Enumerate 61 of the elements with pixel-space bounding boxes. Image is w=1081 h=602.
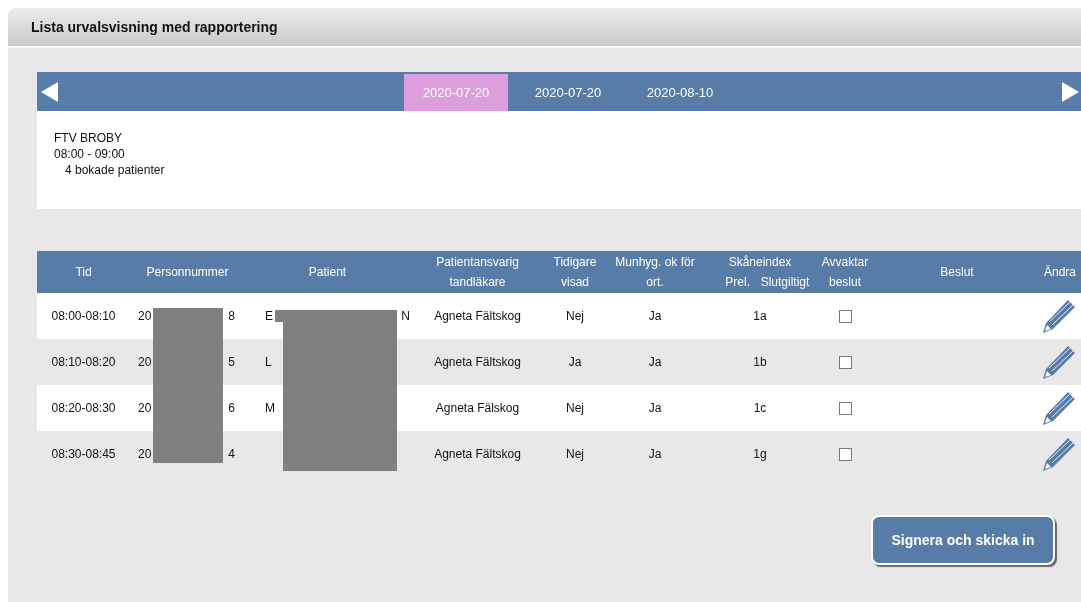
column-header: Slutgiltigt bbox=[759, 274, 811, 291]
time-range: 08:00 - 09:00 bbox=[54, 147, 126, 161]
table-cell: M bbox=[265, 401, 275, 415]
table-cell: 5 bbox=[228, 355, 235, 369]
column-header: Munhyg. ok för ort. bbox=[614, 254, 696, 291]
column-header: Tidigare visad bbox=[552, 254, 598, 291]
checkbox[interactable] bbox=[838, 447, 852, 461]
pencil-icon[interactable] bbox=[1041, 298, 1077, 334]
table-cell: 20 bbox=[138, 401, 152, 415]
column-header: Patient bbox=[307, 264, 348, 281]
column-header: Avvaktar beslut bbox=[820, 254, 870, 291]
column-header: Ändra bbox=[1043, 264, 1077, 281]
table-cell-text: 08:30-08:45 bbox=[50, 447, 117, 461]
table-cell: 20 bbox=[138, 355, 152, 369]
table-cell-text: 08:00-08:10 bbox=[50, 309, 117, 323]
table-cell: 20 bbox=[138, 447, 152, 461]
column-header: Prel. bbox=[724, 274, 751, 291]
table-cell: 6 bbox=[228, 401, 235, 415]
previous-arrow-icon[interactable] bbox=[41, 81, 59, 102]
column-header: Personnummer bbox=[145, 264, 230, 281]
table-cell-text: Agneta Fältskog bbox=[433, 447, 522, 461]
pencil-icon[interactable] bbox=[1041, 344, 1077, 380]
table-cell-text: Ja bbox=[647, 309, 663, 323]
next-arrow-icon[interactable] bbox=[1061, 81, 1079, 102]
table-cell: 8 bbox=[228, 309, 235, 323]
table-cell-text: 08:10-08:20 bbox=[50, 355, 117, 369]
table-cell-text: Nej bbox=[565, 447, 585, 461]
table-cell-text: Ja bbox=[647, 355, 663, 369]
table-cell-text: Nej bbox=[565, 401, 585, 415]
table-cell-text: Agneta Fältskog bbox=[433, 355, 522, 369]
column-header: Tid bbox=[74, 264, 93, 281]
table-cell: L bbox=[265, 355, 272, 369]
table-cell-text: Agneta Fältskog bbox=[433, 309, 522, 323]
table-cell: 20 bbox=[138, 309, 152, 323]
panel-title: Lista urvalsvisning med rapportering bbox=[31, 19, 278, 35]
pencil-icon[interactable] bbox=[1041, 390, 1077, 426]
table-cell: N bbox=[401, 309, 410, 323]
table-cell-text: 1b bbox=[752, 355, 768, 369]
column-header: Skåneindex bbox=[728, 254, 792, 271]
clinic-name: FTV BROBY bbox=[54, 131, 123, 145]
table-cell: E bbox=[265, 309, 273, 323]
submit-button[interactable]: Signera och skicka in bbox=[871, 515, 1055, 565]
date-tab[interactable]: 2020-08-10 bbox=[628, 74, 732, 111]
table-cell-text: Ja bbox=[647, 447, 663, 461]
table-cell-text: Nej bbox=[565, 309, 585, 323]
column-header: Patientansvarig tandläkare bbox=[435, 254, 520, 291]
date-tab[interactable]: 2020-07-20 bbox=[516, 74, 620, 111]
checkbox[interactable] bbox=[838, 355, 852, 369]
table-cell-text: Agneta Fälskog bbox=[434, 401, 521, 415]
table-cell-text: Ja bbox=[567, 355, 583, 369]
table-cell: 4 bbox=[228, 447, 235, 461]
booked-count: 4 bokade patienter bbox=[64, 163, 166, 177]
column-header: Beslut bbox=[939, 264, 975, 281]
table-cell-text: 1g bbox=[752, 447, 768, 461]
table-cell-text: 1a bbox=[752, 309, 768, 323]
table-cell-text: 1c bbox=[752, 401, 768, 415]
checkbox[interactable] bbox=[838, 401, 852, 415]
checkbox[interactable] bbox=[838, 309, 852, 323]
table-cell-text: 08:20-08:30 bbox=[50, 401, 117, 415]
pencil-icon[interactable] bbox=[1041, 436, 1077, 472]
table-cell-text: Ja bbox=[647, 401, 663, 415]
